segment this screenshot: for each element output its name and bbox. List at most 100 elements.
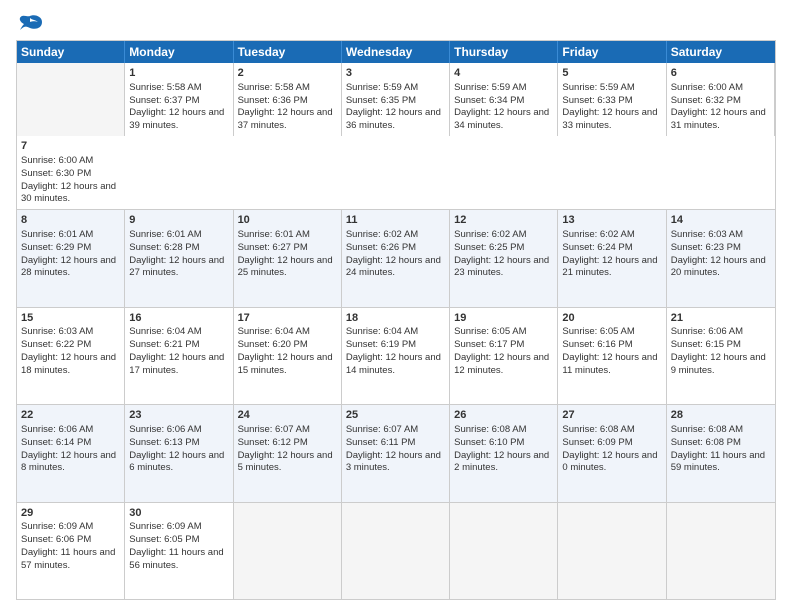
day-cell-12: 12Sunrise: 6:02 AMSunset: 6:25 PMDayligh… [450,210,558,306]
day-number: 22 [21,408,120,423]
daylight: Daylight: 12 hours and 17 minutes. [129,352,224,376]
calendar-row-5: 29Sunrise: 6:09 AMSunset: 6:06 PMDayligh… [17,502,775,599]
sunset: Sunset: 6:08 PM [671,437,741,448]
day-number: 2 [238,66,337,81]
sunrise: Sunrise: 6:02 AM [346,229,418,240]
day-number: 19 [454,311,553,326]
sunrise: Sunrise: 6:08 AM [454,424,526,435]
sunrise: Sunrise: 6:06 AM [21,424,93,435]
sunrise: Sunrise: 6:03 AM [671,229,743,240]
sunset: Sunset: 6:35 PM [346,95,416,106]
day-cell-30: 30Sunrise: 6:09 AMSunset: 6:05 PMDayligh… [125,503,233,599]
day-cell-11: 11Sunrise: 6:02 AMSunset: 6:26 PMDayligh… [342,210,450,306]
daylight: Daylight: 12 hours and 27 minutes. [129,255,224,279]
calendar-row-3: 15Sunrise: 6:03 AMSunset: 6:22 PMDayligh… [17,307,775,404]
day-number: 6 [671,66,770,81]
day-number: 12 [454,213,553,228]
day-number: 26 [454,408,553,423]
day-number: 11 [346,213,445,228]
day-number: 13 [562,213,661,228]
sunset: Sunset: 6:22 PM [21,339,91,350]
day-cell-1: 1Sunrise: 5:58 AMSunset: 6:37 PMDaylight… [125,63,233,136]
sunset: Sunset: 6:20 PM [238,339,308,350]
calendar-row-2: 8Sunrise: 6:01 AMSunset: 6:29 PMDaylight… [17,209,775,306]
day-cell-18: 18Sunrise: 6:04 AMSunset: 6:19 PMDayligh… [342,308,450,404]
daylight: Daylight: 12 hours and 2 minutes. [454,450,549,474]
daylight: Daylight: 12 hours and 39 minutes. [129,107,224,131]
day-cell-17: 17Sunrise: 6:04 AMSunset: 6:20 PMDayligh… [234,308,342,404]
sunrise: Sunrise: 5:58 AM [129,82,201,93]
day-number: 5 [562,66,661,81]
day-number: 14 [671,213,771,228]
sunset: Sunset: 6:26 PM [346,242,416,253]
daylight: Daylight: 12 hours and 6 minutes. [129,450,224,474]
sunrise: Sunrise: 6:04 AM [346,326,418,337]
daylight: Daylight: 12 hours and 37 minutes. [238,107,333,131]
daylight: Daylight: 12 hours and 34 minutes. [454,107,549,131]
day-cell-4: 4Sunrise: 5:59 AMSunset: 6:34 PMDaylight… [450,63,558,136]
daylight: Daylight: 12 hours and 30 minutes. [21,181,116,205]
day-cell-10: 10Sunrise: 6:01 AMSunset: 6:27 PMDayligh… [234,210,342,306]
daylight: Daylight: 12 hours and 14 minutes. [346,352,441,376]
logo [16,12,48,36]
day-number: 8 [21,213,120,228]
header-day-saturday: Saturday [667,41,775,63]
sunrise: Sunrise: 6:02 AM [562,229,634,240]
sunset: Sunset: 6:05 PM [129,534,199,545]
sunrise: Sunrise: 5:59 AM [454,82,526,93]
sunrise: Sunrise: 6:06 AM [671,326,743,337]
day-cell-16: 16Sunrise: 6:04 AMSunset: 6:21 PMDayligh… [125,308,233,404]
sunset: Sunset: 6:37 PM [129,95,199,106]
empty-cell [450,503,558,599]
daylight: Daylight: 12 hours and 20 minutes. [671,255,766,279]
empty-cell [558,503,666,599]
sunrise: Sunrise: 6:01 AM [238,229,310,240]
header-day-monday: Monday [125,41,233,63]
header-day-wednesday: Wednesday [342,41,450,63]
sunset: Sunset: 6:30 PM [21,168,91,179]
calendar-row-1: 1Sunrise: 5:58 AMSunset: 6:37 PMDaylight… [17,63,775,209]
sunrise: Sunrise: 5:59 AM [346,82,418,93]
sunrise: Sunrise: 6:09 AM [129,521,201,532]
day-number: 4 [454,66,553,81]
sunset: Sunset: 6:10 PM [454,437,524,448]
day-number: 3 [346,66,445,81]
day-number: 18 [346,311,445,326]
sunrise: Sunrise: 6:07 AM [238,424,310,435]
sunrise: Sunrise: 6:00 AM [671,82,743,93]
day-cell-8: 8Sunrise: 6:01 AMSunset: 6:29 PMDaylight… [17,210,125,306]
sunset: Sunset: 6:17 PM [454,339,524,350]
sunset: Sunset: 6:13 PM [129,437,199,448]
daylight: Daylight: 12 hours and 3 minutes. [346,450,441,474]
day-cell-6: 6Sunrise: 6:00 AMSunset: 6:32 PMDaylight… [667,63,775,136]
day-number: 10 [238,213,337,228]
daylight: Daylight: 12 hours and 18 minutes. [21,352,116,376]
sunrise: Sunrise: 6:01 AM [129,229,201,240]
day-cell-19: 19Sunrise: 6:05 AMSunset: 6:17 PMDayligh… [450,308,558,404]
day-number: 29 [21,506,120,521]
header-day-friday: Friday [558,41,666,63]
daylight: Daylight: 11 hours and 56 minutes. [129,547,223,571]
day-cell-13: 13Sunrise: 6:02 AMSunset: 6:24 PMDayligh… [558,210,666,306]
daylight: Daylight: 12 hours and 11 minutes. [562,352,657,376]
sunset: Sunset: 6:25 PM [454,242,524,253]
sunrise: Sunrise: 6:03 AM [21,326,93,337]
sunrise: Sunrise: 6:05 AM [454,326,526,337]
sunset: Sunset: 6:15 PM [671,339,741,350]
day-number: 23 [129,408,228,423]
sunrise: Sunrise: 6:00 AM [21,155,93,166]
sunset: Sunset: 6:09 PM [562,437,632,448]
daylight: Daylight: 12 hours and 5 minutes. [238,450,333,474]
daylight: Daylight: 12 hours and 8 minutes. [21,450,116,474]
daylight: Daylight: 11 hours and 59 minutes. [671,450,765,474]
day-cell-3: 3Sunrise: 5:59 AM Sunset: 6:35 PMDaylight… [342,63,450,136]
empty-cell [667,503,775,599]
daylight: Daylight: 12 hours and 23 minutes. [454,255,549,279]
day-number: 17 [238,311,337,326]
header-day-thursday: Thursday [450,41,558,63]
header-day-tuesday: Tuesday [234,41,342,63]
daylight: Daylight: 12 hours and 36 minutes. [346,107,441,131]
empty-cell [342,503,450,599]
empty-cell [234,503,342,599]
sunset: Sunset: 6:32 PM [671,95,741,106]
